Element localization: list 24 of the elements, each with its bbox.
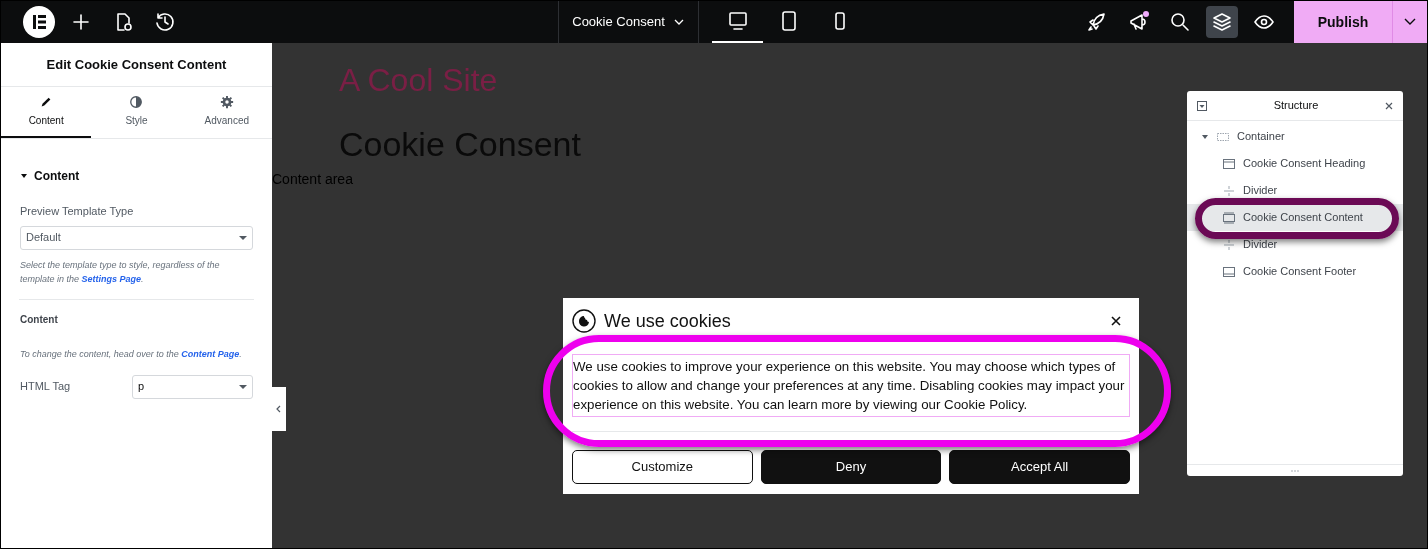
structure-item[interactable]: Cookie Consent Heading — [1187, 150, 1403, 177]
structure-item[interactable]: Container — [1187, 123, 1403, 150]
field-label: Preview Template Type — [20, 204, 135, 219]
structure-item[interactable]: Divider — [1187, 231, 1403, 258]
structure-item[interactable]: Divider — [1187, 177, 1403, 204]
popup-title: We use cookies — [604, 309, 731, 333]
publish-button[interactable]: Publish — [1294, 1, 1392, 43]
field-label: HTML Tag — [20, 379, 72, 395]
help-text: To change the content, head over to the Content Page. — [20, 347, 243, 361]
popup-button[interactable]: Customize — [572, 450, 753, 484]
structure-item[interactable]: Cookie Consent Footer — [1187, 258, 1403, 285]
popup-button[interactable]: Deny — [760, 450, 942, 484]
section-heading: Content — [20, 312, 59, 327]
template-type-select[interactable]: Default — [20, 225, 253, 250]
site-title: A Cool Site — [339, 61, 498, 100]
panel-tab[interactable]: Content — [1, 87, 92, 138]
help-text: Select the template type to style, regardless of the template in the Settings Page. — [20, 258, 221, 286]
popup-message: We use cookies to improve your experience on this website. You may choose which types of cookies to allow and change your preferences at any time. Disabling cookies may impact your experience on this website. You can learn more by viewing our Cookie Policy. — [573, 358, 1126, 414]
panel-tab[interactable]: Style — [91, 87, 182, 138]
section-toggle[interactable]: Content — [20, 167, 253, 185]
panel-title: Structure — [1272, 98, 1320, 114]
popup-button[interactable]: Accept All — [949, 450, 1130, 484]
html-tag-select[interactable]: p — [132, 374, 253, 399]
panel-tab[interactable]: Advanced — [181, 87, 272, 138]
